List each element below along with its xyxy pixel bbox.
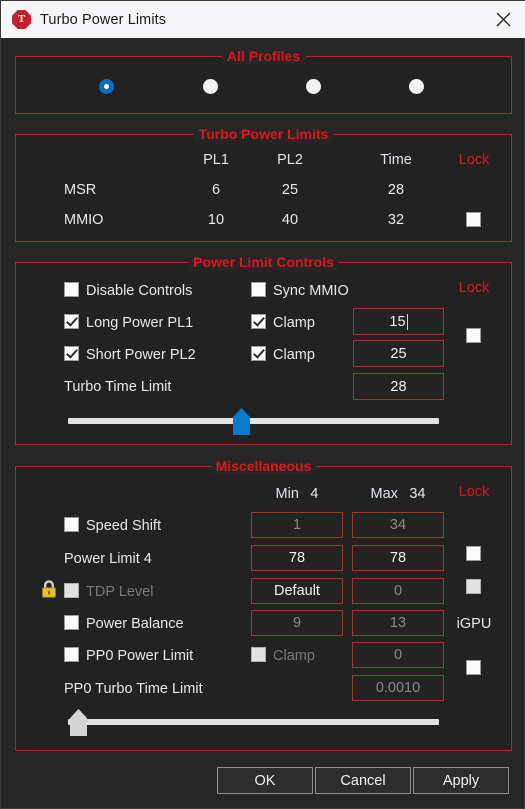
power-limit-slider-thumb[interactable] [233, 408, 250, 435]
text-cursor [406, 313, 408, 330]
speed-shift-label: Speed Shift [86, 518, 161, 534]
min-header: Min 4 [251, 485, 343, 503]
power-limit-controls-title: Power Limit Controls [188, 254, 339, 270]
long-power-clamp-checkbox[interactable] [251, 314, 266, 329]
max-header-value: 34 [409, 486, 426, 502]
miscellaneous-group: Miscellaneous Min 4 Max 34 Lock Speed Sh… [15, 458, 512, 751]
long-power-pl1-label: Long Power PL1 [86, 315, 194, 331]
mmio-lock-checkbox[interactable] [466, 212, 481, 227]
msr-time-value: 28 [387, 182, 405, 198]
turbo-octagon-icon: T [12, 10, 31, 29]
profile-radio-2[interactable] [203, 79, 218, 94]
disable-controls-checkbox[interactable] [64, 282, 79, 297]
tdp-level-max-input[interactable]: 0 [352, 578, 444, 604]
power-balance-min-input[interactable]: 9 [251, 610, 343, 636]
column-header-pl2: PL2 [277, 152, 303, 168]
power-limit-controls-group: Power Limit Controls Lock Disable Contro… [15, 254, 512, 445]
cancel-button[interactable]: Cancel [315, 767, 411, 794]
power-balance-checkbox[interactable] [64, 615, 79, 630]
short-power-clamp-label: Clamp [273, 347, 315, 363]
column-header-lock: Lock [458, 152, 490, 168]
app-icon-letter: T [17, 13, 26, 25]
all-profiles-group: All Profiles [15, 48, 512, 114]
turbo-time-limit-input[interactable]: 28 [353, 373, 444, 400]
miscellaneous-title: Miscellaneous [210, 458, 317, 474]
window-title: Turbo Power Limits [40, 11, 167, 28]
power-balance-max-input[interactable]: 13 [352, 610, 444, 636]
pp0-power-limit-checkbox[interactable] [64, 647, 79, 662]
short-power-pl2-input[interactable]: 25 [353, 340, 444, 367]
min-header-label: Min [275, 486, 299, 502]
profile-radio-1[interactable] [99, 79, 114, 94]
power-limit-4-max-input[interactable]: 78 [352, 545, 444, 571]
igpu-label: iGPU [456, 616, 492, 632]
disable-controls-label: Disable Controls [86, 283, 193, 299]
mmio-time-value: 32 [387, 212, 405, 228]
pp0-slider-thumb[interactable] [70, 709, 87, 736]
pp0-slider-track[interactable] [68, 709, 439, 736]
max-header-label: Max [370, 486, 398, 502]
short-power-pl2-label: Short Power PL2 [86, 347, 196, 363]
sync-mmio-checkbox[interactable] [251, 282, 266, 297]
power-limit-slider-track[interactable] [68, 408, 439, 435]
turbo-time-limit-label: Turbo Time Limit [64, 379, 172, 395]
close-icon[interactable] [481, 1, 525, 38]
pp0-power-limit-input[interactable]: 0 [352, 642, 444, 668]
power-limit-4-lock-checkbox[interactable] [466, 546, 481, 561]
tdp-level-min-input[interactable]: Default [251, 578, 343, 604]
profile-radio-4[interactable] [409, 79, 424, 94]
power-limit-4-label: Power Limit 4 [64, 551, 152, 567]
pp0-power-limit-label: PP0 Power Limit [86, 648, 194, 664]
turbo-power-limits-group: Turbo Power Limits PL1 PL2 Time Lock MSR… [15, 126, 512, 242]
min-header-value: 4 [310, 486, 319, 502]
turbo-power-limits-dialog: T Turbo Power Limits All Profiles Turbo … [0, 0, 525, 809]
tdp-level-checkbox[interactable] [64, 583, 79, 598]
app-icon: T [12, 10, 31, 29]
misc-lock-header: Lock [458, 484, 490, 500]
column-header-pl1: PL1 [203, 152, 229, 168]
speed-shift-min-input[interactable]: 1 [251, 512, 343, 538]
msr-pl2-value: 25 [281, 182, 299, 198]
power-limit-lock-checkbox[interactable] [466, 328, 481, 343]
pp0-clamp-label: Clamp [273, 648, 315, 664]
long-power-pl1-checkbox[interactable] [64, 314, 79, 329]
speed-shift-max-input[interactable]: 34 [352, 512, 444, 538]
apply-button[interactable]: Apply [413, 767, 509, 794]
padlock-icon [38, 577, 60, 601]
power-balance-label: Power Balance [86, 616, 184, 632]
mmio-pl2-value: 40 [281, 212, 299, 228]
ok-button[interactable]: OK [217, 767, 313, 794]
short-power-clamp-checkbox[interactable] [251, 346, 266, 361]
sync-mmio-label: Sync MMIO [273, 283, 349, 299]
all-profiles-title: All Profiles [221, 48, 306, 64]
long-power-pl1-input[interactable]: 15 [353, 308, 444, 335]
pp0-lock-checkbox[interactable] [466, 660, 481, 675]
plc-lock-header: Lock [458, 280, 490, 296]
column-header-time: Time [380, 152, 412, 168]
pp0-turbo-time-limit-input[interactable]: 0.0010 [352, 675, 444, 701]
tdp-level-label: TDP Level [86, 584, 154, 600]
pp0-clamp-checkbox[interactable] [251, 647, 266, 662]
max-header: Max 34 [352, 485, 444, 503]
long-power-pl1-value: 15 [389, 313, 406, 330]
row-label-mmio: MMIO [64, 212, 104, 228]
power-limit-4-min-input[interactable]: 78 [251, 545, 343, 571]
short-power-pl2-checkbox[interactable] [64, 346, 79, 361]
row-label-msr: MSR [64, 182, 97, 198]
title-bar: T Turbo Power Limits [1, 1, 525, 38]
speed-shift-checkbox[interactable] [64, 517, 79, 532]
pp0-turbo-time-limit-label: PP0 Turbo Time Limit [64, 681, 203, 697]
long-power-clamp-label: Clamp [273, 315, 315, 331]
msr-pl1-value: 6 [211, 182, 221, 198]
profile-radio-3[interactable] [306, 79, 321, 94]
turbo-power-limits-title: Turbo Power Limits [193, 126, 334, 142]
tdp-level-lock-checkbox[interactable] [466, 579, 481, 594]
mmio-pl1-value: 10 [207, 212, 225, 228]
